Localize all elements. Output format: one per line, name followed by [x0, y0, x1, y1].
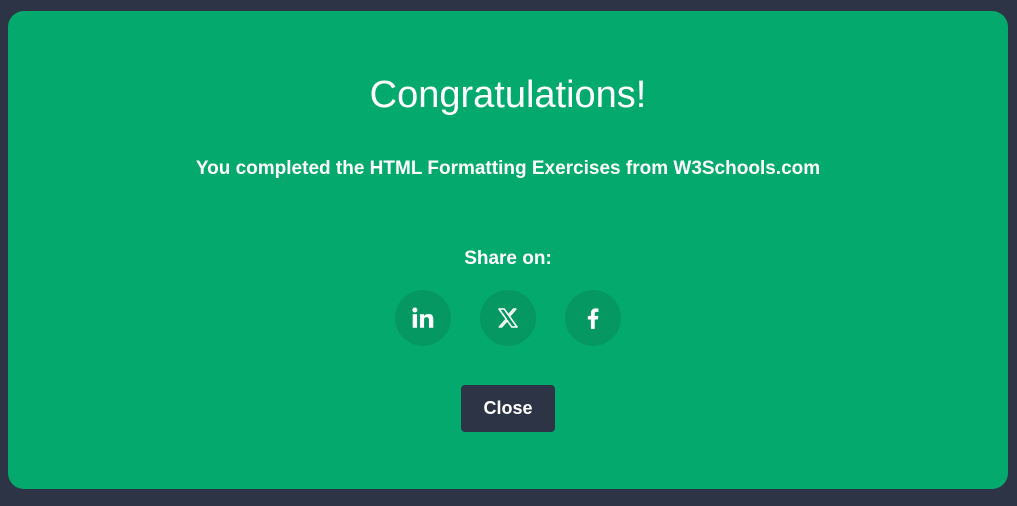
x-twitter-icon — [498, 308, 518, 328]
share-label: Share on: — [464, 248, 552, 269]
share-buttons — [8, 290, 1008, 346]
share-facebook-button[interactable] — [565, 290, 621, 346]
facebook-icon — [587, 308, 599, 329]
close-button[interactable]: Close — [461, 385, 555, 432]
modal-title: Congratulations! — [369, 74, 647, 116]
completion-message: You completed the HTML Formatting Exerci… — [195, 158, 821, 179]
congratulations-modal: Congratulations! You completed the HTML … — [8, 11, 1008, 489]
linkedin-icon — [412, 307, 434, 328]
share-linkedin-button[interactable] — [395, 290, 451, 346]
share-x-button[interactable] — [480, 290, 536, 346]
